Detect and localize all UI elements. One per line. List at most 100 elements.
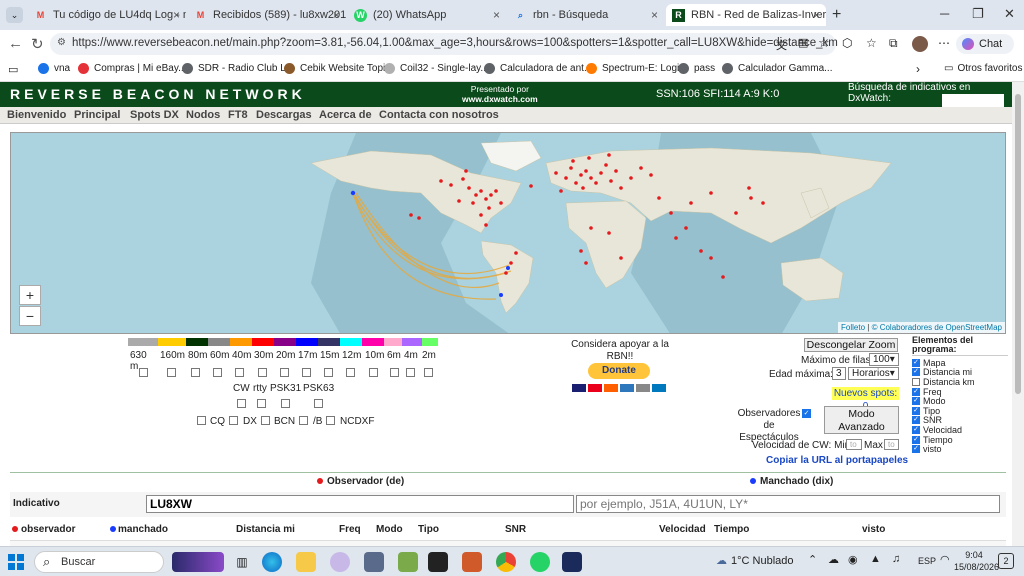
translate-icon[interactable]: 文: [776, 37, 787, 53]
checkbox-checked[interactable]: ✓: [912, 435, 920, 444]
band-checkbox[interactable]: [302, 368, 311, 377]
dx-callsign-input[interactable]: [576, 495, 1000, 513]
element-item-tipo[interactable]: ✓ Tipo: [912, 406, 1008, 416]
type-checkbox-b[interactable]: [299, 416, 308, 425]
band-checkbox[interactable]: [167, 368, 176, 377]
band-checkbox[interactable]: [213, 368, 222, 377]
element-item-modo[interactable]: ✓ Modo: [912, 396, 1008, 406]
band-checkbox[interactable]: [346, 368, 355, 377]
menu-acerca-de[interactable]: Acerca de: [319, 109, 372, 121]
max-age-unit-select[interactable]: Horarios▾: [848, 367, 899, 380]
more-menu-icon[interactable]: ⋯: [938, 36, 950, 50]
element-item-velocidad[interactable]: ✓ Velocidad: [912, 425, 1008, 435]
avatar[interactable]: [912, 36, 928, 52]
checkbox-checked[interactable]: ✓: [912, 358, 920, 367]
bookmark-item[interactable]: Coil32 - Single-lay...: [384, 63, 489, 74]
type-checkbox-dx[interactable]: [229, 416, 238, 425]
close-window-icon[interactable]: ✕: [1004, 6, 1015, 22]
band-checkbox[interactable]: [191, 368, 200, 377]
chevron-right-icon[interactable]: ›: [916, 62, 920, 76]
chrome-icon[interactable]: [496, 552, 516, 572]
widget-icon[interactable]: [172, 552, 224, 572]
bookmark-item[interactable]: Cebik Website Topi...: [284, 63, 394, 74]
cw-speed-min[interactable]: to: [846, 439, 862, 450]
close-tab-icon[interactable]: ×: [173, 8, 180, 22]
tray-icon[interactable]: ☁: [828, 553, 839, 566]
taskbar-search[interactable]: ⌕ Buscar: [34, 551, 164, 573]
app-icon[interactable]: [462, 552, 482, 572]
element-item-mapa[interactable]: ✓ Mapa: [912, 358, 1008, 368]
menu-bienvenido[interactable]: Bienvenido: [7, 109, 66, 121]
other-bookmarks[interactable]: ▭ Otros favoritos: [944, 63, 1022, 74]
extensions-icon[interactable]: ⬡: [842, 36, 852, 50]
checkbox-checked[interactable]: ✓: [912, 397, 920, 406]
menu-principal[interactable]: Principal: [74, 109, 120, 121]
band-checkbox[interactable]: [280, 368, 289, 377]
element-item-snr[interactable]: ✓ SNR: [912, 415, 1008, 425]
col-freq[interactable]: Freq: [339, 524, 361, 535]
max-rows-select[interactable]: 100▾: [869, 353, 899, 366]
element-item-distancia-mi[interactable]: ✓ Distancia mi: [912, 367, 1008, 377]
page-scrollbar[interactable]: [1012, 82, 1024, 546]
band-checkbox[interactable]: [424, 368, 433, 377]
element-item-tiempo[interactable]: ✓ Tiempo: [912, 435, 1008, 445]
file-explorer-icon[interactable]: [296, 552, 316, 572]
mode-checkbox-cw[interactable]: [237, 399, 246, 408]
bookmark-item[interactable]: vna: [38, 63, 70, 74]
notification-icon[interactable]: 2: [998, 553, 1014, 569]
col-tiempo[interactable]: Tiempo: [714, 524, 749, 535]
tray-chevron-icon[interactable]: ⌃: [808, 553, 817, 566]
rbn-logo[interactable]: REVERSE BEACON NETWORK: [10, 86, 306, 102]
bookmark-item[interactable]: Calculadora de ant...: [484, 63, 592, 74]
app-icon[interactable]: [398, 552, 418, 572]
close-tab-icon[interactable]: ×: [493, 8, 500, 22]
tab-whatsapp[interactable]: W (20) WhatsApp ×: [348, 4, 506, 26]
checkbox-checked[interactable]: ✓: [912, 425, 920, 434]
mode-checkbox-psk63[interactable]: [314, 399, 323, 408]
checkbox-checked[interactable]: ✓: [912, 368, 920, 377]
bookmark-item[interactable]: pass: [678, 63, 715, 74]
band-checkbox[interactable]: [390, 368, 399, 377]
restore-icon[interactable]: ❐: [972, 6, 984, 22]
spots-map[interactable]: + − Folleto | © Colaboradores de OpenStr…: [10, 132, 1006, 334]
app-icon[interactable]: [428, 552, 448, 572]
col-visto[interactable]: visto: [862, 524, 885, 535]
type-checkbox-ncdxf[interactable]: [326, 416, 335, 425]
menu-descargas[interactable]: Descargas: [256, 109, 312, 121]
checkbox-checked[interactable]: ✓: [912, 406, 920, 415]
new-tab-button[interactable]: +: [832, 6, 841, 24]
spotter-callsign-input[interactable]: [146, 495, 574, 513]
menu-nodos[interactable]: Nodos: [186, 109, 220, 121]
language-indicator[interactable]: ESP: [918, 556, 936, 566]
menu-contacta[interactable]: Contacta con nosotros: [379, 109, 499, 121]
band-checkbox[interactable]: [139, 368, 148, 377]
band-checkbox[interactable]: [406, 368, 415, 377]
task-view-icon[interactable]: ▥: [232, 552, 252, 572]
col-velocidad[interactable]: Velocidad: [659, 524, 706, 535]
element-item-freq[interactable]: ✓ Freq: [912, 387, 1008, 397]
checkbox-checked[interactable]: ✓: [912, 445, 920, 454]
mode-checkbox-rtty[interactable]: [257, 399, 266, 408]
zoom-in-button[interactable]: +: [19, 285, 41, 305]
bookmark-item[interactable]: Spectrum-E: Login: [586, 63, 685, 74]
presented-by[interactable]: Presentado por www.dxwatch.com: [462, 84, 538, 104]
type-checkbox-bcn[interactable]: [261, 416, 270, 425]
close-tab-icon[interactable]: ×: [813, 8, 820, 22]
menu-spots-dx[interactable]: Spots DX: [130, 109, 179, 121]
favorites-icon[interactable]: ☆: [866, 36, 877, 50]
url-field[interactable]: ⚙ https://www.reversebeacon.net/main.php…: [50, 33, 838, 55]
collections-icon[interactable]: ⧉: [889, 36, 898, 51]
zoom-out-button[interactable]: −: [19, 306, 41, 326]
bookmark-item[interactable]: Calculador Gamma...: [722, 63, 832, 74]
skimmers-checkbox[interactable]: ✓: [802, 409, 811, 418]
map-canvas[interactable]: [11, 133, 1006, 334]
tab-rbn-active[interactable]: R RBN - Red de Balizas-Inversas ×: [666, 4, 826, 26]
element-item-visto[interactable]: ✓ visto: [912, 444, 1008, 454]
type-checkbox-cq[interactable]: [197, 416, 206, 425]
osm-link[interactable]: © Colaboradores de OpenStreetMap: [872, 323, 1002, 332]
leaflet-link[interactable]: Folleto: [841, 323, 865, 332]
chat-button[interactable]: Chat: [956, 34, 1014, 54]
reading-list-icon[interactable]: ▭: [8, 63, 18, 76]
wifi-icon[interactable]: ◠: [940, 553, 950, 566]
checkbox-unchecked[interactable]: [912, 377, 920, 386]
